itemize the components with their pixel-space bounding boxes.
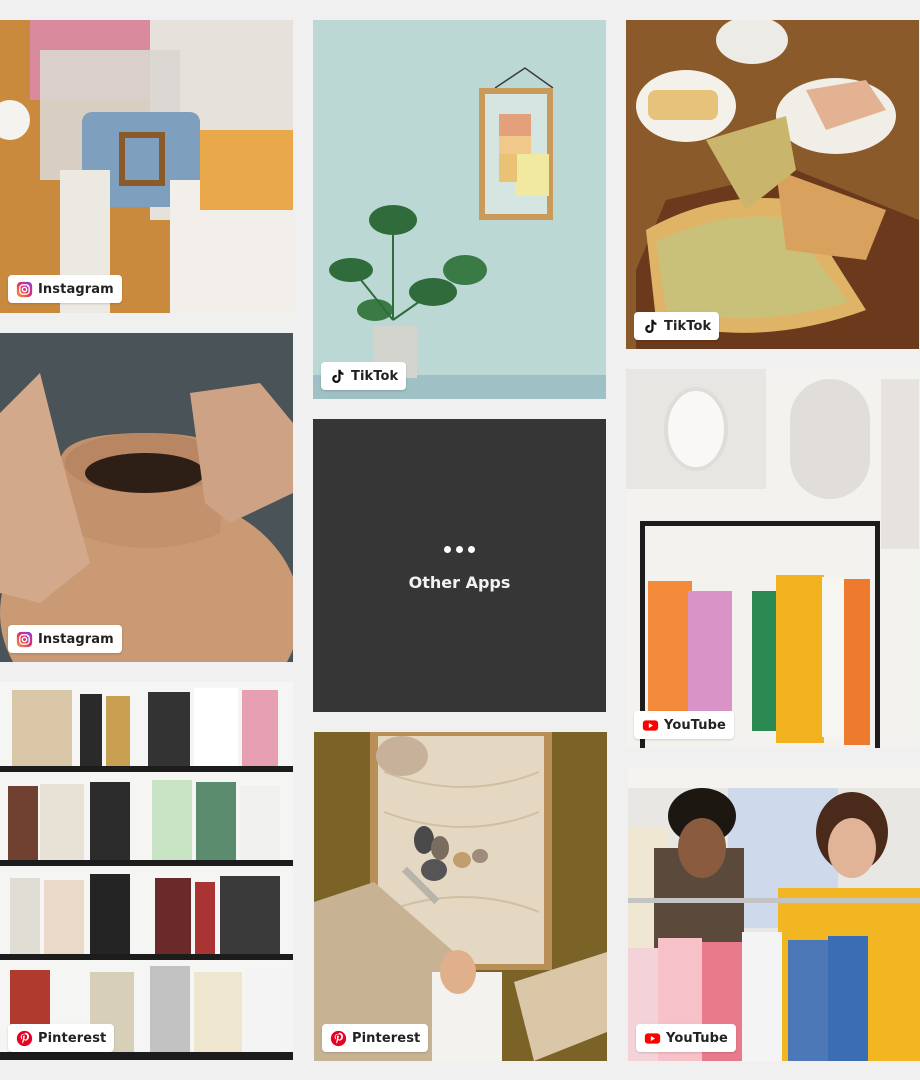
- pinterest-icon: [16, 1030, 33, 1046]
- media-tile-sand-garden[interactable]: Pinterest: [314, 732, 607, 1061]
- bookshelf-image: [0, 682, 293, 1060]
- platform-badge: TikTok: [634, 312, 720, 340]
- clothing-rack-image: [626, 369, 919, 748]
- platform-badge: Instagram: [8, 275, 122, 303]
- tiktok-icon: [645, 319, 657, 333]
- platform-badge: Pinterest: [322, 1024, 429, 1052]
- more-dots-icon: [444, 545, 475, 553]
- zen-sand-garden-image: [314, 732, 607, 1061]
- pottery-image: [0, 333, 293, 662]
- youtube-icon: [642, 719, 659, 731]
- plant-frame-image: [313, 20, 606, 399]
- media-tile-bookshelf[interactable]: Pinterest: [0, 682, 293, 1060]
- platform-label: Pinterest: [352, 1030, 421, 1046]
- other-apps-tile[interactable]: Other Apps: [313, 419, 606, 712]
- platform-label: YouTube: [666, 1030, 728, 1046]
- platform-badge: Instagram: [8, 625, 122, 653]
- media-tile-pizza[interactable]: TikTok: [626, 20, 919, 349]
- media-tile-clothing-rack[interactable]: YouTube: [626, 369, 919, 748]
- instagram-icon: [16, 281, 33, 297]
- youtube-icon: [644, 1032, 661, 1044]
- media-tile-handbag[interactable]: Instagram: [0, 20, 293, 313]
- platform-badge: YouTube: [636, 1024, 736, 1052]
- platform-label: YouTube: [664, 717, 726, 733]
- flatbread-pizza-image: [626, 20, 919, 349]
- platform-badge: TikTok: [321, 362, 407, 390]
- handbag-unboxing-image: [0, 20, 293, 313]
- platform-label: Instagram: [38, 281, 114, 297]
- other-apps-label: Other Apps: [408, 572, 511, 592]
- media-tile-shopping[interactable]: YouTube: [628, 768, 920, 1061]
- platform-label: TikTok: [664, 318, 712, 334]
- media-tile-pottery[interactable]: Instagram: [0, 333, 293, 662]
- platform-label: Instagram: [38, 631, 114, 647]
- platform-label: TikTok: [351, 368, 399, 384]
- platform-badge: YouTube: [634, 711, 734, 739]
- pinterest-icon: [330, 1030, 347, 1046]
- media-tile-plant[interactable]: TikTok: [313, 20, 606, 399]
- tiktok-icon: [332, 369, 344, 383]
- instagram-icon: [16, 631, 33, 647]
- platform-label: Pinterest: [38, 1030, 107, 1046]
- platform-badge: Pinterest: [8, 1024, 115, 1052]
- shopping-friends-image: [628, 768, 920, 1061]
